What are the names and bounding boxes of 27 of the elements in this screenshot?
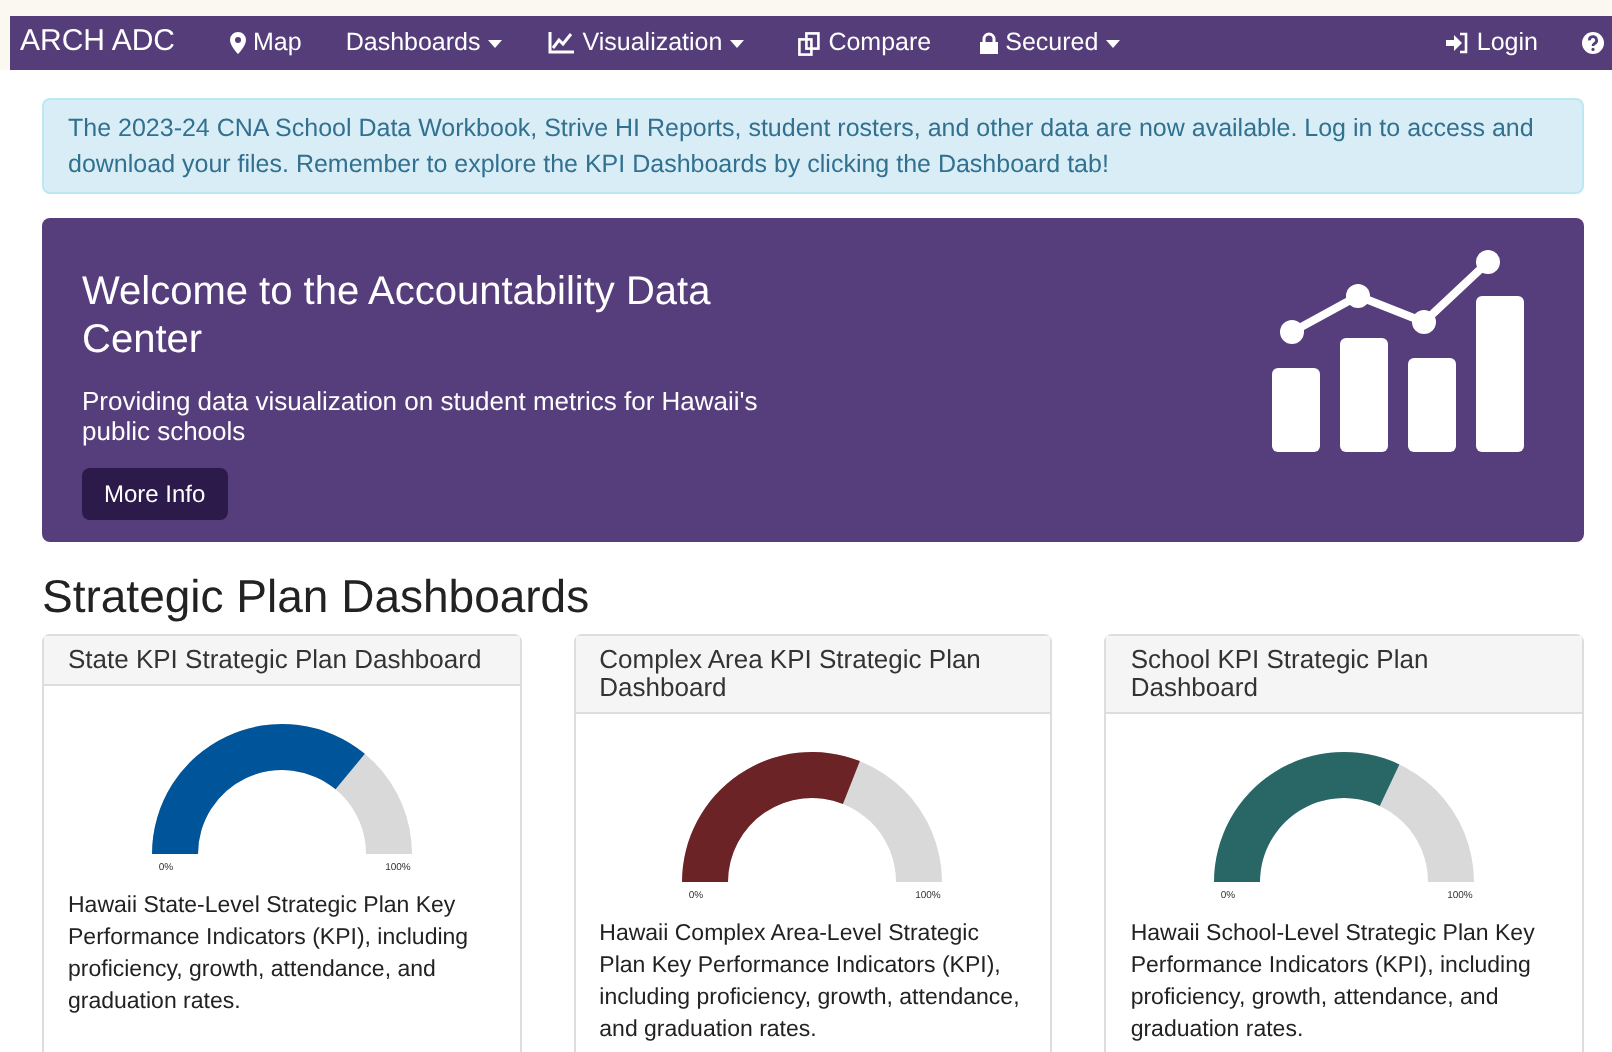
hero-subtitle: Providing data visualization on student metrics for Hawaii's public schools xyxy=(82,386,760,446)
nav-link[interactable]: Compare xyxy=(798,24,932,62)
hero-title: Welcome to the Accountability Data Center xyxy=(82,268,713,364)
more-info-button[interactable]: More Info xyxy=(82,468,228,520)
map-pin-icon xyxy=(229,32,246,54)
caret-icon xyxy=(1106,39,1121,47)
nav-link[interactable]: Dashboards xyxy=(345,24,503,62)
card-title: School KPI Strategic Plan Dashboard xyxy=(1130,644,1429,702)
card-description: Hawaii State-Level Strategic Plan Key Performance Indicators (KPI), including proficiency, growth, attendance, and graduation rates. xyxy=(68,892,471,1018)
info-alert: The 2023-24 CNA School Data Workbook, Strive HI Reports, student rosters, and other data are now available. Log in to access and download your files. Remember to explore the KPI Dashboards by clicking the Dashboard tab! xyxy=(42,98,1584,194)
caret-icon xyxy=(488,39,503,47)
login-icon xyxy=(1446,32,1469,54)
caret-icon xyxy=(730,39,745,47)
login-link[interactable]: Login xyxy=(1446,24,1538,62)
card-title: Complex Area KPI Strategic Plan Dashboard xyxy=(599,644,981,702)
brand-logo[interactable]: ARCH ADC xyxy=(20,20,176,66)
help-icon[interactable] xyxy=(1582,32,1604,54)
card-title: State KPI Strategic Plan Dashboard xyxy=(68,644,482,674)
section-title: Strategic Plan Dashboards xyxy=(42,568,592,626)
lock-icon xyxy=(979,32,998,54)
card-description: Hawaii Complex Area-Level Strategic Plan Key Performance Indicators (KPI), including proficiency, growth, attendance, and graduation rates. xyxy=(599,920,1022,1046)
card-description: Hawaii School-Level Strategic Plan Key Performance Indicators (KPI), including proficiency, growth, attendance, and graduation rates. xyxy=(1130,920,1537,1046)
line-chart-icon xyxy=(548,32,575,54)
nav-link[interactable]: Secured xyxy=(979,24,1121,62)
copy-icon xyxy=(798,31,821,55)
nav-link[interactable]: Visualization xyxy=(548,24,745,62)
nav-link[interactable]: Map xyxy=(229,24,302,62)
